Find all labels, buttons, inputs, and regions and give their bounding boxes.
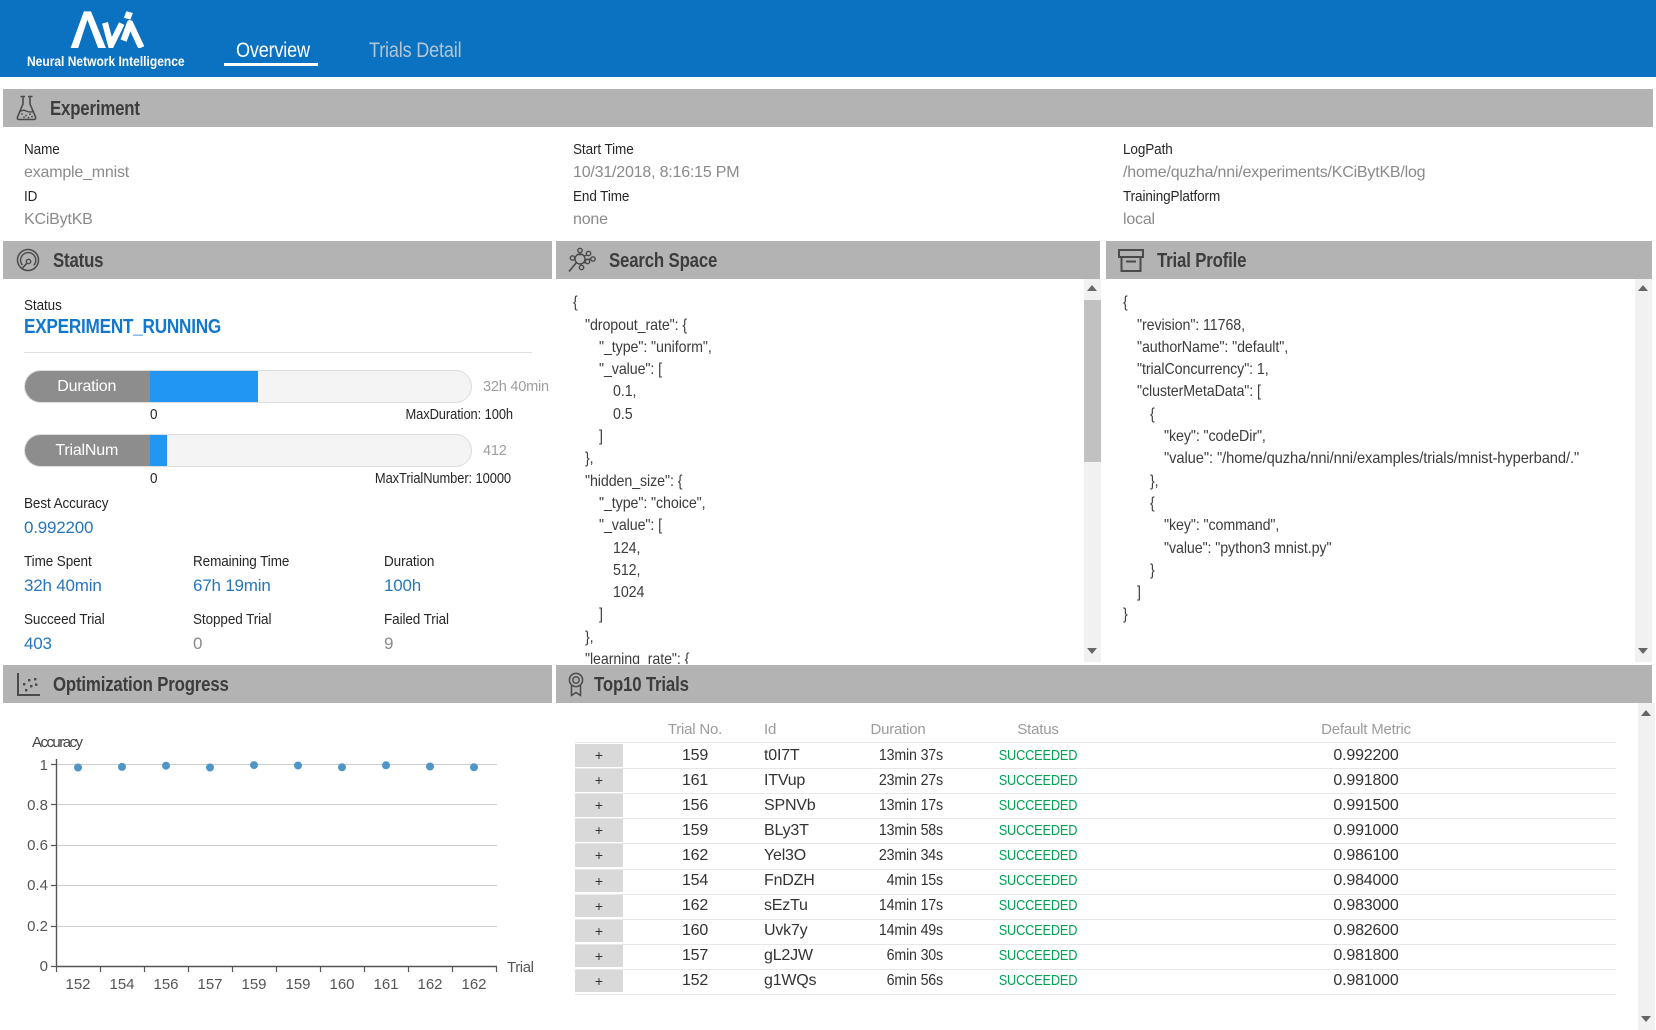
svg-text:0: 0	[40, 958, 48, 975]
svg-text:Accuracy: Accuracy	[32, 734, 84, 751]
svg-text:152: 152	[65, 976, 90, 993]
svg-text:154: 154	[109, 976, 134, 993]
svg-text:159: 159	[241, 976, 266, 993]
svg-text:0.4: 0.4	[27, 877, 48, 894]
svg-text:161: 161	[373, 976, 398, 993]
svg-text:162: 162	[417, 976, 442, 993]
svg-text:160: 160	[329, 976, 354, 993]
svg-text:1: 1	[40, 757, 48, 774]
svg-text:156: 156	[153, 976, 178, 993]
svg-text:0.2: 0.2	[27, 918, 48, 935]
svg-text:162: 162	[461, 976, 486, 993]
svg-text:Trial: Trial	[507, 959, 534, 976]
svg-text:159: 159	[285, 976, 310, 993]
svg-text:0.8: 0.8	[27, 797, 48, 814]
svg-text:157: 157	[197, 976, 222, 993]
svg-text:0.6: 0.6	[27, 837, 48, 854]
